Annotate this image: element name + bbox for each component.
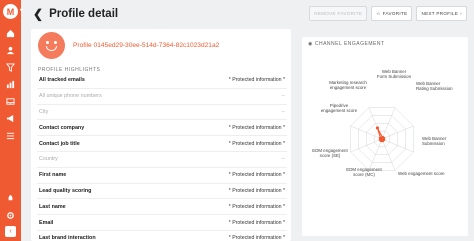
profile-row-label: Last brand interaction bbox=[39, 235, 96, 241]
profile-row-label: First name bbox=[39, 172, 67, 179]
star-icon: ☆ bbox=[376, 10, 381, 16]
profile-row-label: Lead quality scoring bbox=[39, 187, 92, 194]
profile-row: All unique phone numbers -- bbox=[37, 89, 287, 105]
profile-highlights-list: All tracked emails * Protected informatio… bbox=[37, 73, 287, 241]
people-icon[interactable] bbox=[5, 44, 17, 56]
profile-row-value: * Protected information * bbox=[228, 77, 285, 84]
remove-favorite-button[interactable]: REMOVE FAVORITE bbox=[309, 6, 368, 21]
page-header: ❮ Profile detail REMOVE FAVORITE ☆ FAVOR… bbox=[21, 0, 474, 28]
profile-row-value: * Protected information * bbox=[228, 187, 285, 194]
profile-head: Profile 0145ed29-30ee-514d-7364-82c1023d… bbox=[38, 32, 219, 59]
collapse-sidebar-button[interactable]: ‹ bbox=[5, 226, 16, 237]
chevron-left-icon: ‹ bbox=[9, 228, 12, 235]
profile-row-value: -- bbox=[281, 156, 285, 163]
channel-title: ◉ CHANNEL ENGAGEMENT bbox=[308, 41, 385, 47]
profile-row: Country -- bbox=[37, 152, 287, 168]
profile-row-value: * Protected information * bbox=[228, 203, 285, 210]
rocket-icon[interactable] bbox=[5, 192, 17, 204]
profile-card: Profile 0145ed29-30ee-514d-7364-82c1023d… bbox=[31, 29, 291, 241]
profile-row-label: Contact company bbox=[39, 124, 85, 131]
radar-axis-label: EDM engagement score (SE) bbox=[312, 148, 348, 158]
profile-row: Last brand interaction * Protected inform… bbox=[37, 231, 287, 241]
channel-engagement-radar: Web Banner Form Submission Web Banner Ratin… bbox=[312, 69, 453, 177]
remove-favorite-label: REMOVE FAVORITE bbox=[314, 11, 363, 16]
avatar bbox=[38, 32, 65, 59]
profile-row-label: Last name bbox=[39, 203, 66, 210]
logo-letter: M bbox=[6, 6, 15, 17]
profile-row: Email * Protected information * bbox=[37, 215, 287, 231]
header-actions: REMOVE FAVORITE ☆ FAVORITE NEXT PROFILE … bbox=[309, 6, 467, 21]
profile-row-label: Email bbox=[39, 219, 54, 226]
chevron-right-icon: › bbox=[460, 11, 462, 16]
radar-axis-label: Web Banner Submission bbox=[422, 136, 447, 146]
channel-engagement-card: ◉ CHANNEL ENGAGEMENT Web Banner Form Subm… bbox=[302, 37, 468, 236]
profile-row-value: -- bbox=[281, 93, 285, 100]
radar-axis-label: Web Banner Form Submission bbox=[377, 69, 412, 79]
inbox-icon[interactable] bbox=[5, 95, 17, 107]
home-icon[interactable] bbox=[5, 27, 17, 39]
favorite-button[interactable]: ☆ FAVORITE bbox=[371, 6, 413, 21]
profile-row-label: City bbox=[39, 108, 49, 115]
profile-row-value: * Protected information * bbox=[228, 219, 285, 226]
chart-dot-icon: ◉ bbox=[308, 41, 313, 47]
profile-row-label: Country bbox=[39, 156, 58, 163]
profile-row: City -- bbox=[37, 105, 287, 121]
radar-axis-label: Web engagement score bbox=[398, 171, 445, 176]
profile-row: First name * Protected information * bbox=[37, 168, 287, 184]
next-profile-button[interactable]: NEXT PROFILE › bbox=[416, 6, 467, 21]
app-logo[interactable]: M ▾ bbox=[3, 4, 23, 19]
radar-point[interactable] bbox=[375, 126, 380, 130]
radar-axis-label: EDM engagement score (MC) bbox=[346, 167, 382, 177]
back-arrow-icon[interactable]: ❮ bbox=[33, 7, 43, 21]
megaphone-icon[interactable] bbox=[5, 112, 17, 124]
profile-row-label: Contact job title bbox=[39, 140, 80, 147]
profile-row: Contact job title * Protected information… bbox=[37, 136, 287, 152]
radar-point[interactable] bbox=[378, 136, 383, 140]
next-profile-label: NEXT PROFILE bbox=[421, 11, 459, 16]
radar-axis-label: Pipedrive engagement score bbox=[321, 103, 358, 113]
channel-title-text: CHANNEL ENGAGEMENT bbox=[314, 41, 385, 47]
profile-row-value: * Protected information * bbox=[228, 124, 285, 131]
profile-row-label: All unique phone numbers bbox=[39, 93, 102, 100]
profile-row: Last name * Protected information * bbox=[37, 199, 287, 216]
profile-row: Lead quality scoring * Protected informat… bbox=[37, 184, 287, 200]
chart-icon[interactable] bbox=[5, 78, 17, 90]
radar-axis-label: Marketing research engagement score bbox=[329, 80, 367, 90]
page-title: Profile detail bbox=[49, 8, 119, 20]
profile-row-value: * Protected information * bbox=[228, 235, 285, 241]
favorite-label: FAVORITE bbox=[382, 11, 408, 16]
gear-icon[interactable] bbox=[5, 209, 17, 221]
profile-id: Profile 0145ed29-30ee-514d-7364-82c1023d… bbox=[73, 42, 220, 49]
radar-axis-label: Web Banner Rating Submission bbox=[416, 81, 453, 91]
list-icon[interactable] bbox=[5, 129, 17, 141]
sidebar: M ▾ ‹ bbox=[0, 0, 23, 241]
profile-row-label: All tracked emails bbox=[39, 77, 85, 84]
profile-row-value: * Protected information * bbox=[228, 140, 285, 147]
profile-row-value: -- bbox=[281, 108, 285, 115]
profile-row-value: * Protected information * bbox=[228, 172, 285, 179]
filter-icon[interactable] bbox=[5, 61, 17, 73]
profile-row: All tracked emails * Protected informatio… bbox=[37, 73, 287, 89]
profile-row: Contact company * Protected information * bbox=[37, 120, 287, 137]
